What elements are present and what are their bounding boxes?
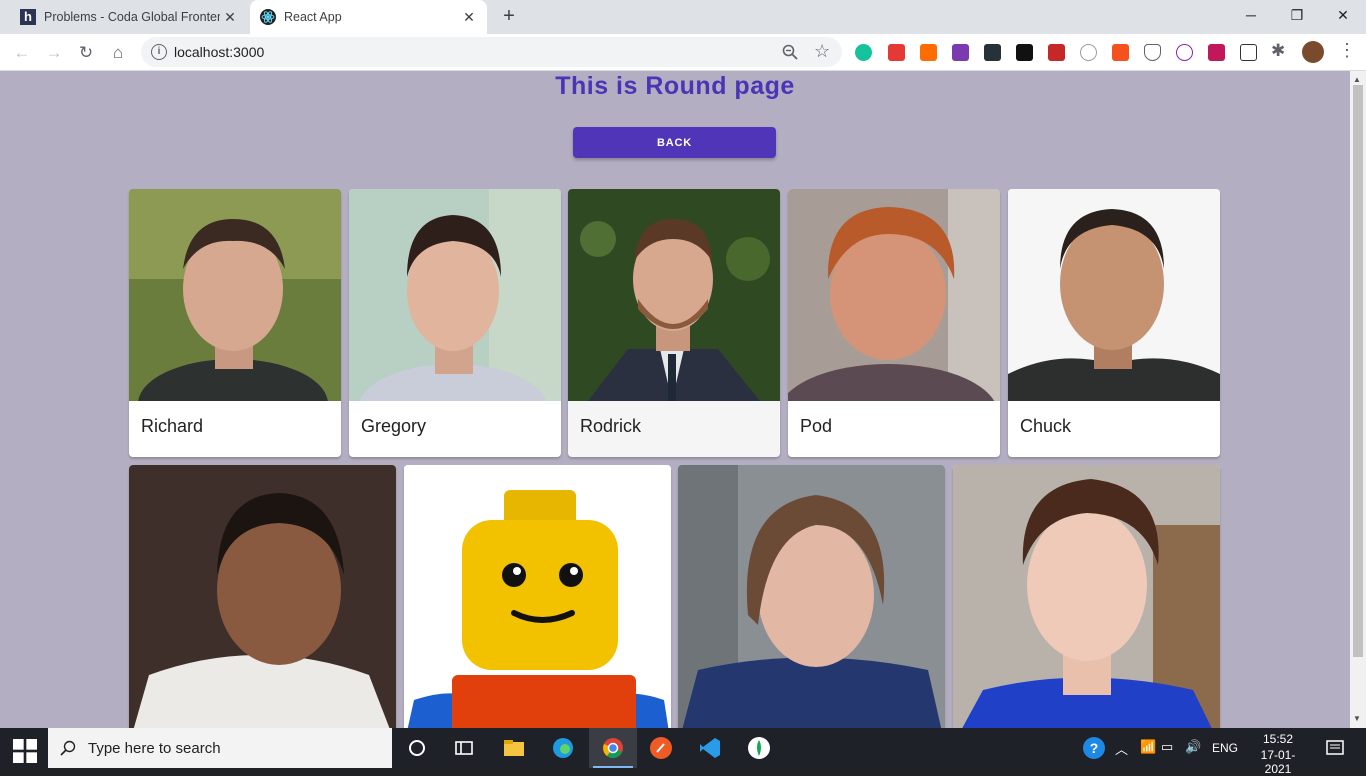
profile-card[interactable]: Richard: [129, 189, 341, 457]
postman-icon[interactable]: [649, 736, 673, 760]
edge-icon[interactable]: [551, 736, 575, 760]
profile-photo: [788, 189, 1000, 401]
back-button[interactable]: BACK: [573, 127, 776, 158]
profile-card[interactable]: [129, 465, 396, 728]
close-tab-icon[interactable]: ✕: [222, 9, 238, 25]
help-icon[interactable]: ?: [1082, 736, 1106, 760]
zoom-icon[interactable]: [782, 44, 798, 60]
profile-photo: [1008, 189, 1220, 401]
notifications-icon[interactable]: [1323, 736, 1347, 760]
forward-arrow-icon[interactable]: →: [41, 40, 67, 66]
close-window-button[interactable]: ✕: [1320, 0, 1366, 30]
svg-text:?: ?: [1090, 740, 1099, 756]
profile-photo: [129, 189, 341, 401]
scroll-down-icon[interactable]: ▼: [1353, 714, 1361, 723]
pocket-icon[interactable]: [1144, 44, 1161, 61]
extension-puzzle-red-icon[interactable]: [1048, 44, 1065, 61]
maximize-button[interactable]: ❐: [1274, 0, 1320, 30]
show-hidden-icons-icon[interactable]: ︿: [1115, 739, 1128, 758]
chrome-taskbar-active[interactable]: [589, 728, 637, 768]
profile-name: Chuck: [1020, 416, 1072, 436]
taskbar-search-box[interactable]: Type here to search: [48, 728, 392, 768]
profile-card[interactable]: [404, 465, 671, 728]
reload-icon[interactable]: ↻: [73, 40, 99, 66]
tab-strip: h Problems - Coda Global Frontend ✕ Reac…: [0, 0, 1366, 34]
home-icon[interactable]: ⌂: [105, 40, 131, 66]
language-indicator[interactable]: ENG: [1212, 741, 1238, 755]
profile-photo: [349, 189, 561, 401]
profile-card[interactable]: [953, 465, 1220, 728]
extension-cb-icon[interactable]: [1016, 44, 1033, 61]
extension-red-icon[interactable]: [888, 44, 905, 61]
grammarly-icon[interactable]: [855, 44, 872, 61]
page-scrollbar[interactable]: ▲ ▼: [1350, 71, 1366, 728]
profile-name: Richard: [141, 416, 204, 436]
profile-photo: [404, 465, 671, 728]
extension-m-icon[interactable]: [984, 44, 1001, 61]
address-bar[interactable]: i localhost:3000 ☆: [141, 37, 842, 67]
new-tab-button[interactable]: +: [498, 6, 520, 28]
profile-name: Gregory: [361, 416, 427, 436]
react-icon: [260, 9, 276, 25]
tab-problems[interactable]: h Problems - Coda Global Frontend ✕: [8, 0, 248, 34]
task-view-icon[interactable]: [452, 736, 476, 760]
url-text: localhost:3000: [174, 44, 265, 60]
menu-dots-icon[interactable]: ⋮: [1338, 40, 1356, 61]
minimize-button[interactable]: ─: [1228, 0, 1274, 30]
clock-date: 17-01-2021: [1260, 748, 1296, 776]
profile-name: Rodrick: [580, 416, 642, 436]
profile-name: Pod: [800, 416, 833, 436]
volume-icon[interactable]: 🔊: [1185, 739, 1201, 755]
profile-card[interactable]: Gregory: [349, 189, 561, 457]
file-explorer-icon[interactable]: [502, 736, 526, 760]
tab-title: Problems - Coda Global Frontend: [44, 10, 220, 24]
mongodb-compass-icon[interactable]: [747, 736, 771, 760]
battery-icon[interactable]: ▭: [1161, 739, 1173, 755]
browser-toolbar: ← → ↻ ⌂ i localhost:3000 ☆ ✱ ⋮: [0, 34, 1366, 71]
profile-card[interactable]: Pod: [788, 189, 1000, 457]
clock-time: 15:52: [1262, 732, 1294, 746]
windows-taskbar: Type here to search ? ︿ 📶 ▭ 🔊 ENG 15:52 …: [0, 728, 1366, 776]
profile-photo: [129, 465, 396, 728]
profile-photo: [678, 465, 945, 728]
bookmark-star-icon[interactable]: ☆: [814, 41, 830, 62]
page-viewport: This is Round page BACK Richard Gregory: [0, 71, 1350, 728]
profile-photo: [568, 189, 780, 401]
profile-card[interactable]: Rodrick: [568, 189, 780, 457]
json-viewer-icon[interactable]: [1240, 44, 1257, 61]
hackerearth-favicon-icon: h: [20, 9, 36, 25]
cortana-icon[interactable]: [405, 736, 429, 760]
scroll-up-icon[interactable]: ▲: [1353, 75, 1361, 84]
onenote-icon[interactable]: [952, 44, 969, 61]
profile-photo: [953, 465, 1220, 728]
tab-react-app[interactable]: React App ✕: [250, 0, 487, 34]
extension-hex-icon[interactable]: [1080, 44, 1097, 61]
site-info-icon[interactable]: i: [151, 44, 167, 60]
windows-start-icon[interactable]: [13, 739, 37, 763]
chrome-icon: [603, 738, 623, 758]
extension-orange-icon[interactable]: [920, 44, 937, 61]
close-tab-icon[interactable]: ✕: [461, 9, 477, 25]
clock[interactable]: 15:52 17-01-2021: [1248, 732, 1308, 776]
vscode-icon[interactable]: [698, 736, 722, 760]
avatar[interactable]: [1302, 41, 1324, 63]
search-placeholder: Type here to search: [88, 739, 221, 757]
search-icon: [60, 740, 76, 756]
extension-broadcast-icon[interactable]: [1176, 44, 1193, 61]
tab-title: React App: [284, 10, 342, 24]
profile-card[interactable]: Chuck: [1008, 189, 1220, 457]
network-icon[interactable]: 📶: [1140, 739, 1156, 755]
extension-play-icon[interactable]: [1208, 44, 1225, 61]
extension-off-icon[interactable]: [1112, 44, 1129, 61]
back-arrow-icon[interactable]: ←: [9, 40, 35, 66]
extensions-puzzle-icon[interactable]: ✱: [1271, 41, 1285, 61]
profile-card[interactable]: [678, 465, 945, 728]
scrollbar-thumb[interactable]: [1353, 85, 1363, 657]
page-title: This is Round page: [555, 72, 795, 100]
